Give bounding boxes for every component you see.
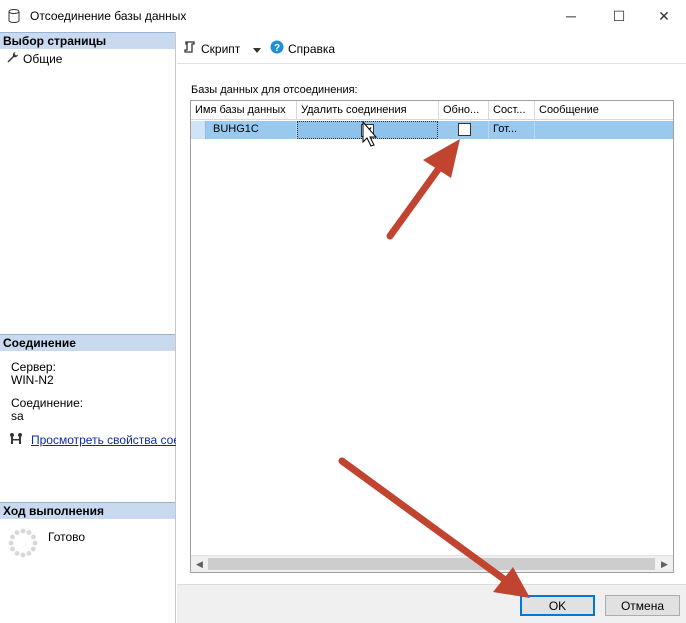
connection-label: Соединение: bbox=[11, 396, 84, 410]
dropdown-arrow-icon bbox=[253, 42, 261, 56]
connection-header: Соединение bbox=[0, 334, 175, 351]
cell-status: Гот... bbox=[489, 121, 535, 139]
script-dropdown[interactable] bbox=[253, 42, 261, 56]
script-icon bbox=[183, 40, 197, 57]
server-label: Сервер: bbox=[11, 360, 56, 374]
minimize-button[interactable]: ─ bbox=[548, 0, 594, 32]
dialog-footer: OK Отмена bbox=[177, 584, 686, 623]
toolbar: Скрипт ? Справка bbox=[177, 32, 686, 64]
grid-header: Имя базы данных Удалить соединения Обно.… bbox=[191, 101, 673, 120]
table-row[interactable]: BUHG1C Гот... bbox=[191, 121, 673, 139]
script-label: Скрипт bbox=[201, 41, 241, 56]
progress-status: Готово bbox=[48, 530, 86, 544]
help-icon: ? bbox=[270, 40, 284, 57]
cell-update-stats[interactable] bbox=[439, 121, 489, 139]
sidebar: Выбор страницы Общие Соединение Сервер: … bbox=[0, 32, 176, 623]
grid-label: Базы данных для отсоединения: bbox=[191, 84, 358, 96]
svg-text:?: ? bbox=[274, 43, 280, 54]
server-value: WIN-N2 bbox=[11, 373, 54, 387]
databases-grid[interactable]: Имя базы данных Удалить соединения Обно.… bbox=[190, 100, 674, 573]
connection-value: sa bbox=[11, 409, 24, 423]
update-stats-checkbox[interactable] bbox=[458, 123, 471, 136]
cell-db-name: BUHG1C bbox=[207, 121, 297, 139]
database-icon bbox=[8, 9, 20, 23]
maximize-button[interactable]: ☐ bbox=[596, 0, 642, 32]
window-title: Отсоединение базы данных bbox=[30, 9, 187, 23]
cell-message bbox=[535, 121, 673, 139]
main-content: Базы данных для отсоединения: Имя базы д… bbox=[177, 64, 686, 584]
cell-drop-connections[interactable] bbox=[297, 121, 438, 139]
cancel-button[interactable]: Отмена bbox=[605, 595, 680, 616]
script-button[interactable]: Скрипт bbox=[183, 40, 240, 57]
help-label: Справка bbox=[288, 41, 336, 56]
title-bar: Отсоединение базы данных ─ ☐ ✕ bbox=[0, 0, 686, 32]
connection-props-icon bbox=[8, 432, 25, 448]
column-header-db-name[interactable]: Имя базы данных bbox=[191, 101, 297, 120]
view-connection-properties-link[interactable]: Просмотреть свойства соединения bbox=[31, 433, 176, 447]
column-header-drop-connections[interactable]: Удалить соединения bbox=[297, 101, 439, 120]
close-button[interactable]: ✕ bbox=[641, 0, 686, 32]
page-select-header: Выбор страницы bbox=[0, 32, 175, 49]
row-selector[interactable] bbox=[191, 121, 206, 139]
column-header-status[interactable]: Сост... bbox=[489, 101, 535, 120]
view-connection-properties[interactable]: Просмотреть свойства соединения bbox=[8, 432, 176, 448]
progress-status-row: Готово bbox=[8, 528, 85, 561]
ok-button[interactable]: OK bbox=[520, 595, 595, 616]
sidebar-item-general[interactable]: Общие bbox=[6, 51, 62, 67]
progress-header: Ход выполнения bbox=[0, 502, 175, 519]
sidebar-item-label: Общие bbox=[23, 52, 63, 66]
column-header-update-stats[interactable]: Обно... bbox=[439, 101, 489, 120]
column-header-message[interactable]: Сообщение bbox=[535, 101, 673, 120]
wrench-icon bbox=[6, 51, 19, 67]
horizontal-scrollbar[interactable]: ◀ ▶ bbox=[191, 555, 673, 572]
scrollbar-thumb[interactable] bbox=[208, 558, 655, 570]
progress-spinner-icon bbox=[8, 528, 38, 561]
help-button[interactable]: ? Справка bbox=[270, 40, 335, 57]
drop-connections-checkbox[interactable] bbox=[361, 124, 374, 137]
scroll-left-icon[interactable]: ◀ bbox=[191, 556, 208, 572]
scroll-right-icon[interactable]: ▶ bbox=[656, 556, 673, 572]
